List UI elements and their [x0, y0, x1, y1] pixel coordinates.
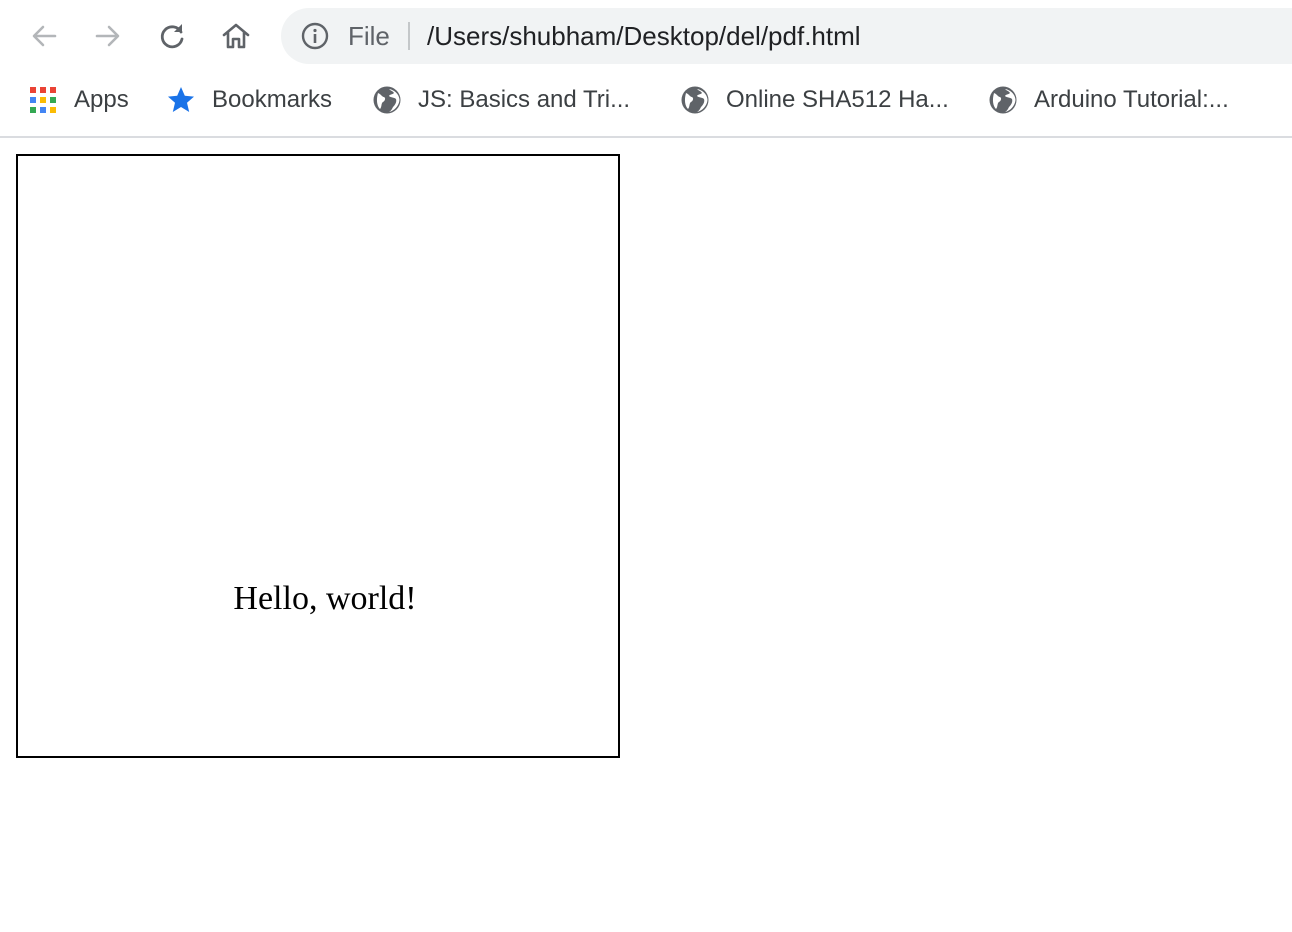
browser-toolbar: File /Users/shubham/Desktop/del/pdf.html [0, 0, 1292, 72]
bookmark-js-basics[interactable]: JS: Basics and Tri... [372, 72, 630, 128]
bookmark-sha512[interactable]: Online SHA512 Ha... [680, 72, 949, 128]
scheme-label: File [348, 21, 390, 51]
reload-icon [160, 24, 184, 49]
bookmark-label: JS: Basics and Tri... [418, 86, 631, 113]
home-button[interactable] [216, 16, 256, 56]
star-icon [166, 85, 196, 115]
bookmark-arduino[interactable]: Arduino Tutorial:... [988, 72, 1229, 128]
globe-icon [988, 85, 1018, 115]
url-text[interactable]: /Users/shubham/Desktop/del/pdf.html [427, 22, 861, 50]
pdf-canvas-box: Hello, world! [16, 154, 620, 758]
apps-grid-icon [28, 85, 58, 115]
bookmark-apps[interactable]: Apps [28, 72, 129, 128]
bookmark-bookmarks[interactable]: Bookmarks [166, 72, 332, 128]
back-button[interactable] [24, 16, 64, 56]
bookmark-label: Arduino Tutorial:... [1034, 86, 1229, 113]
bookmarks-bar: Apps Bookmarks JS: Basics and Tri... Onl… [0, 72, 1292, 138]
bookmark-label: Bookmarks [212, 86, 333, 113]
address-bar[interactable]: File /Users/shubham/Desktop/del/pdf.html [281, 8, 1292, 64]
arrow-left-icon [32, 25, 57, 47]
arrow-right-icon [95, 25, 120, 47]
globe-icon [680, 85, 710, 115]
reload-button[interactable] [152, 16, 192, 56]
omnibox-divider [408, 22, 410, 50]
forward-button[interactable] [88, 16, 128, 56]
hello-world-text: Hello, world! [233, 580, 417, 617]
info-icon[interactable] [301, 22, 329, 50]
bookmark-label: Apps [74, 86, 129, 113]
globe-icon [372, 85, 402, 115]
home-icon [222, 23, 250, 49]
bookmark-label: Online SHA512 Ha... [726, 86, 949, 113]
